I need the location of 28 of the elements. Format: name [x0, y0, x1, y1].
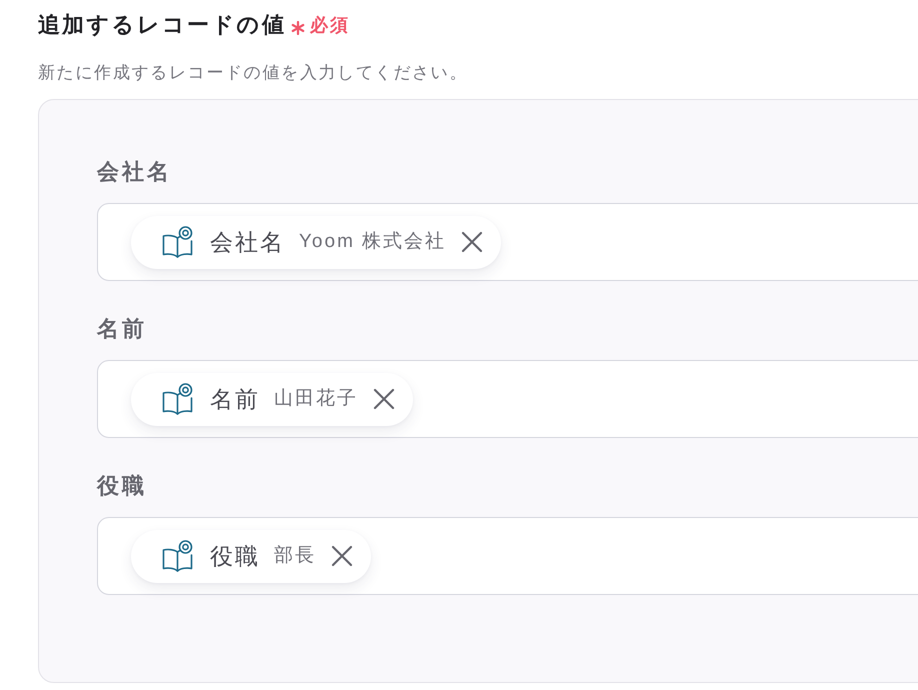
variable-chip[interactable]: 名前 山田花子: [131, 372, 413, 426]
field-label: 会社名: [97, 158, 172, 186]
required-label: 必須: [310, 14, 350, 37]
chip-value: 部長: [274, 544, 316, 568]
chip-name: 会社名: [210, 228, 285, 257]
book-eye-icon: [162, 383, 193, 415]
close-icon: [461, 231, 484, 253]
chip-name: 役職: [210, 542, 260, 571]
close-icon: [373, 388, 395, 410]
remove-button[interactable]: [460, 230, 484, 254]
remove-button[interactable]: [330, 544, 354, 568]
field-label: 役職: [97, 472, 147, 500]
remove-button[interactable]: [372, 387, 396, 411]
variable-chip[interactable]: 役職 部長: [131, 530, 371, 582]
input-field[interactable]: 名前 山田花子: [97, 360, 918, 438]
input-field[interactable]: 役職 部長: [97, 517, 918, 595]
field-label: 名前: [97, 315, 147, 343]
input-field[interactable]: 会社名 Yoom 株式会社: [97, 203, 918, 281]
section-title: 追加するレコードの値: [38, 11, 286, 39]
close-icon: [331, 545, 353, 567]
book-eye-icon: [162, 226, 193, 258]
chip-value: 山田花子: [274, 387, 358, 411]
chip-value: Yoom 株式会社: [299, 230, 446, 254]
book-eye-icon: [162, 540, 193, 572]
variable-chip[interactable]: 会社名 Yoom 株式会社: [131, 216, 502, 268]
asterisk-icon: [291, 21, 305, 35]
section-description: 新たに作成するレコードの値を入力してください。: [38, 62, 468, 84]
chip-name: 名前: [210, 385, 260, 414]
